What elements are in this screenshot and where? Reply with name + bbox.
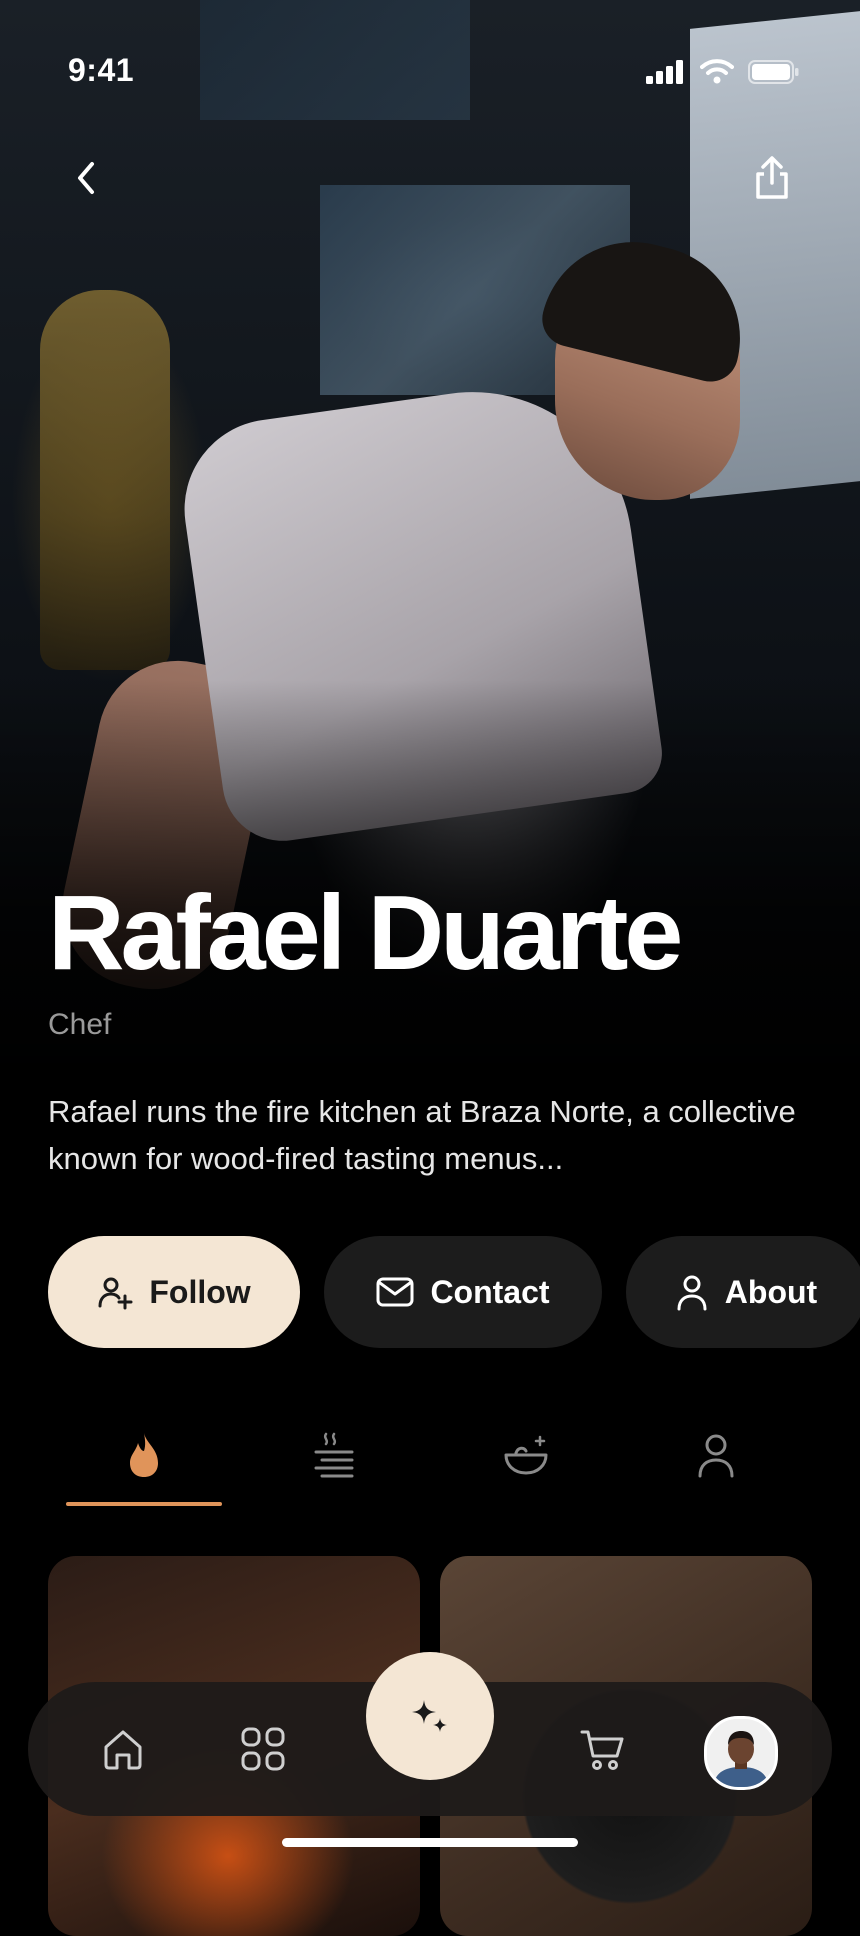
profile-name: Rafael Duarte <box>48 874 683 992</box>
contact-button[interactable]: Contact <box>324 1236 602 1348</box>
cart-icon <box>580 1730 624 1770</box>
content-tabs <box>0 1420 860 1510</box>
back-button[interactable] <box>58 150 114 206</box>
hero-photo <box>0 0 860 1200</box>
bowl-icon <box>504 1435 548 1475</box>
flame-icon <box>130 1433 158 1477</box>
mail-icon <box>376 1277 414 1307</box>
status-time: 9:41 <box>68 52 135 88</box>
share-icon <box>756 156 788 199</box>
profile-role: Chef <box>48 1008 112 1041</box>
nav-home[interactable] <box>88 1714 158 1784</box>
contact-label: Contact <box>430 1273 550 1310</box>
sparkles-icon <box>412 1700 447 1732</box>
person-icon <box>698 1434 734 1478</box>
person-add-icon <box>98 1277 133 1310</box>
cellular-signal-icon <box>646 60 683 84</box>
follow-label: Follow <box>149 1273 251 1310</box>
avatar[interactable] <box>704 1716 778 1790</box>
tab-bowl[interactable] <box>466 1420 586 1490</box>
about-button[interactable]: About <box>626 1236 860 1348</box>
tab-profile[interactable] <box>656 1420 776 1490</box>
active-tab-indicator <box>66 1502 222 1506</box>
follow-button[interactable]: Follow <box>48 1236 300 1348</box>
person-icon <box>677 1275 707 1311</box>
wifi-icon <box>700 59 734 84</box>
chevron-left-icon <box>78 162 94 194</box>
battery-icon <box>748 60 799 84</box>
home-indicator <box>282 1838 578 1847</box>
nav-cart[interactable] <box>568 1714 638 1784</box>
nav-grid[interactable] <box>228 1714 298 1784</box>
status-bar: 9:41 <box>0 48 860 98</box>
home-icon <box>104 1730 142 1770</box>
user-avatar-image <box>707 1719 775 1787</box>
grill-icon <box>314 1432 354 1478</box>
figure-statue <box>40 290 170 670</box>
share-button[interactable] <box>744 150 800 206</box>
grid-icon <box>241 1727 285 1771</box>
tab-fire[interactable] <box>84 1420 204 1490</box>
profile-bio[interactable]: Rafael runs the fire kitchen at Braza No… <box>48 1088 808 1182</box>
about-label: About <box>724 1273 818 1310</box>
ai-sparkle-button[interactable] <box>366 1652 494 1780</box>
tab-grill[interactable] <box>274 1420 394 1490</box>
